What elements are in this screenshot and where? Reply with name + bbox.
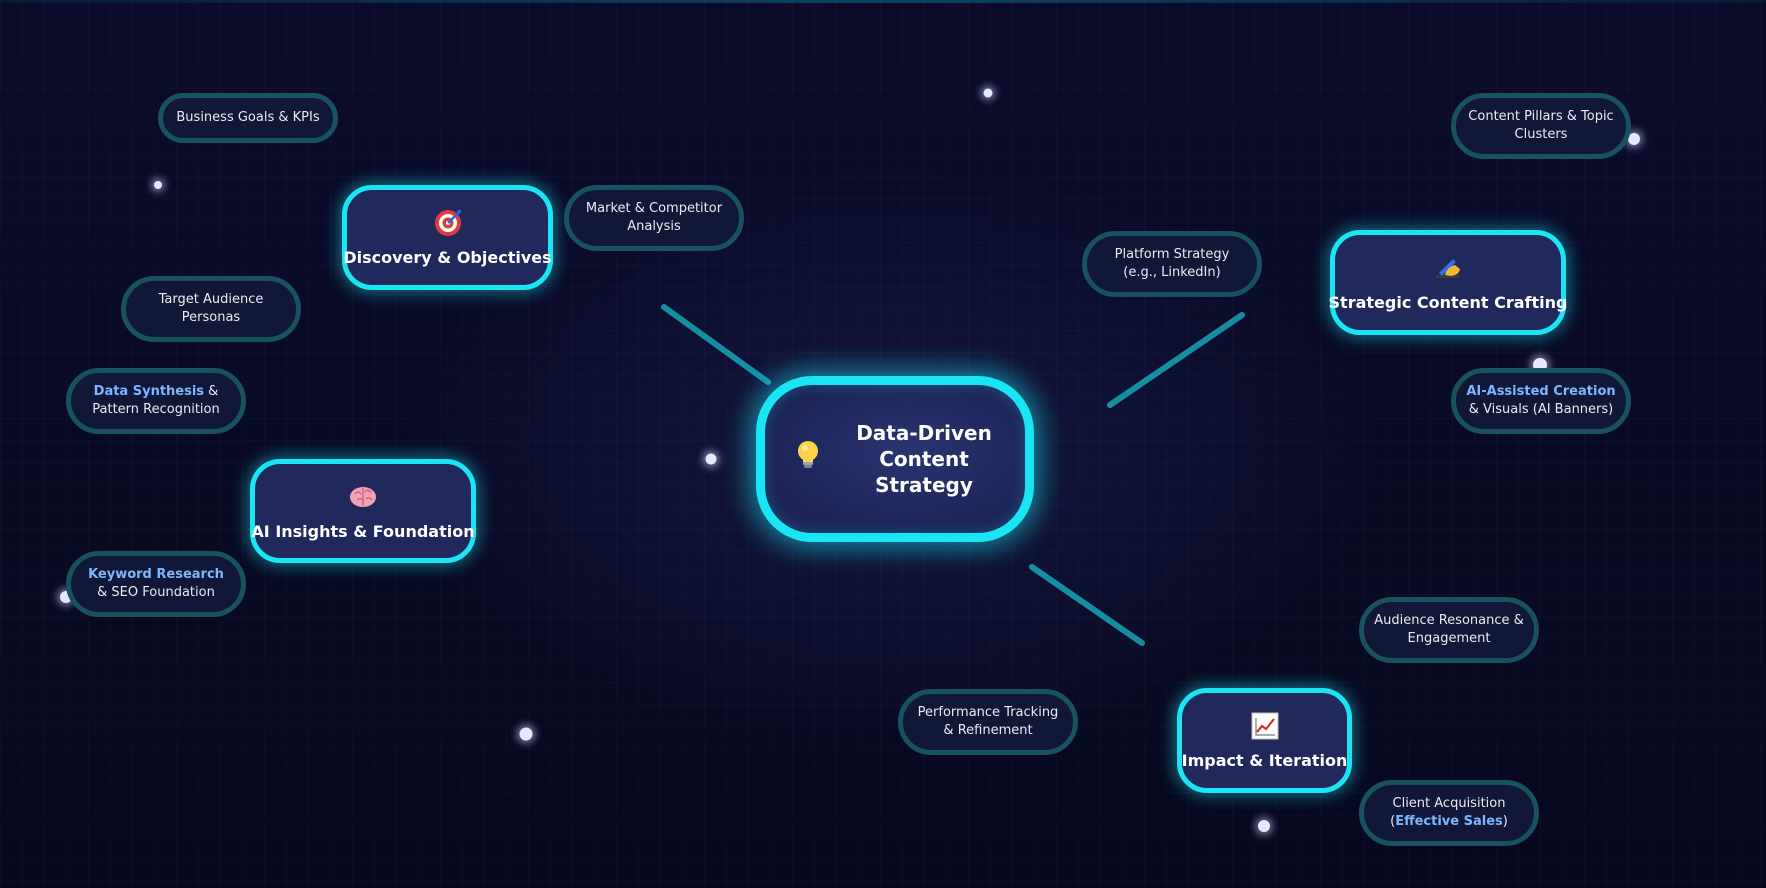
leaf-client-acquisition[interactable]: Client Acquisition (Effective Sales) xyxy=(1359,780,1539,846)
leaf-highlight: Data Synthesis xyxy=(93,384,205,399)
category-ai-insights-foundation[interactable]: AI Insights & Foundation xyxy=(250,459,476,563)
target-icon xyxy=(433,208,463,238)
lightbulb-icon xyxy=(797,440,819,474)
star-dot xyxy=(1258,820,1270,832)
brain-icon xyxy=(348,482,378,512)
leaf-business-goals[interactable]: Business Goals & KPIs xyxy=(158,93,338,143)
leaf-text: Target Audience Personas xyxy=(158,292,264,325)
link-center-discovery xyxy=(661,304,771,385)
leaf-text: Business Goals & KPIs xyxy=(176,110,320,125)
leaf-text: Performance Tracking & Refinement xyxy=(917,705,1059,738)
leaf-text: Market & Competitor Analysis xyxy=(585,201,723,234)
star-dot xyxy=(519,727,533,741)
leaf-data-synthesis[interactable]: Data Synthesis & Pattern Recognition xyxy=(66,368,246,434)
leaf-target-audience[interactable]: Target Audience Personas xyxy=(121,276,301,342)
central-node-title: Data-Driven Content Strategy xyxy=(856,421,992,497)
category-label: AI Insights & Foundation xyxy=(251,521,475,541)
category-discovery-objectives[interactable]: Discovery & Objectives xyxy=(342,185,553,290)
writing-hand-icon xyxy=(1433,253,1463,283)
category-label: Strategic Content Crafting xyxy=(1328,293,1568,312)
leaf-content-pillars[interactable]: Content Pillars & Topic Clusters xyxy=(1451,93,1631,159)
leaf-text-wrap: AI-Assisted Creation & Visuals (AI Banne… xyxy=(1466,383,1616,419)
leaf-performance-tracking[interactable]: Performance Tracking & Refinement xyxy=(898,689,1078,755)
star-dot xyxy=(983,88,993,98)
leaf-platform-strategy[interactable]: Platform Strategy (e.g., LinkedIn) xyxy=(1082,231,1262,297)
leaf-text-wrap: Keyword Research & SEO Foundation xyxy=(81,566,231,602)
leaf-highlight: Keyword Research xyxy=(88,567,224,582)
central-node[interactable]: Data-Driven Content Strategy xyxy=(756,376,1034,542)
leaf-market-competitor[interactable]: Market & Competitor Analysis xyxy=(564,185,744,251)
leaf-text-wrap: Client Acquisition (Effective Sales) xyxy=(1374,795,1524,831)
leaf-audience-resonance[interactable]: Audience Resonance & Engagement xyxy=(1359,597,1539,663)
leaf-text-wrap: Data Synthesis & Pattern Recognition xyxy=(81,383,231,419)
star-dot xyxy=(705,453,717,465)
leaf-keyword-research[interactable]: Keyword Research & SEO Foundation xyxy=(66,551,246,617)
leaf-ai-assisted-creation[interactable]: AI-Assisted Creation & Visuals (AI Banne… xyxy=(1451,368,1631,434)
leaf-text: ) xyxy=(1502,814,1508,829)
leaf-text: Platform Strategy (e.g., LinkedIn) xyxy=(1114,247,1230,280)
link-center-impact xyxy=(1029,564,1145,646)
leaf-text: Content Pillars & Topic Clusters xyxy=(1468,109,1614,142)
mind-map-canvas: Data-Driven Content Strategy Discovery &… xyxy=(0,0,1766,888)
leaf-text: & Visuals (AI Banners) xyxy=(1468,402,1614,417)
chart-increasing-icon xyxy=(1250,711,1280,741)
category-label: Impact & Iteration xyxy=(1181,751,1348,770)
leaf-text: & SEO Foundation xyxy=(97,585,215,600)
category-label: Discovery & Objectives xyxy=(343,248,552,267)
category-strategic-content-crafting[interactable]: Strategic Content Crafting xyxy=(1328,230,1568,335)
leaf-text: Audience Resonance & Engagement xyxy=(1374,613,1524,646)
star-dot xyxy=(154,181,162,189)
leaf-highlight: AI-Assisted Creation xyxy=(1466,384,1616,399)
category-impact-iteration[interactable]: Impact & Iteration xyxy=(1177,688,1352,793)
leaf-highlight: Effective Sales xyxy=(1395,814,1503,829)
link-center-strategic xyxy=(1107,312,1245,408)
